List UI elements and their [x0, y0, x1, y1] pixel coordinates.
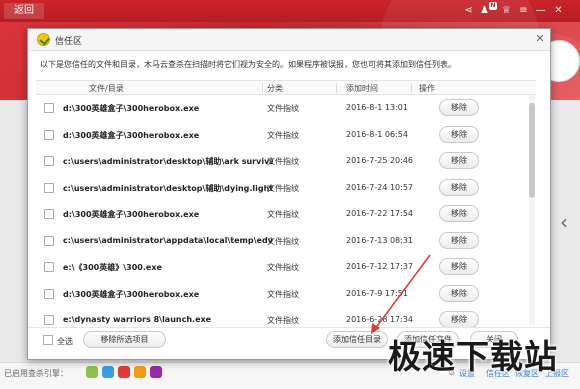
- row-checkbox[interactable]: [44, 288, 54, 299]
- row-checkbox[interactable]: [44, 209, 54, 219]
- row-checkbox[interactable]: [44, 182, 54, 193]
- row-path: c:\users\administrator\appdata\local\tem…: [63, 235, 273, 245]
- minimize-icon[interactable]: —: [534, 4, 547, 17]
- row-remove-button[interactable]: 移除: [439, 152, 479, 169]
- table-row[interactable]: d:\300英雄盒子\300herobox.exe 文件指纹 2016-7-9 17…: [36, 281, 526, 307]
- row-checkbox[interactable]: [44, 315, 54, 325]
- row-checkbox[interactable]: [44, 129, 54, 140]
- table-row[interactable]: c:\users\administrator\desktop\辅助\dying.…: [36, 175, 526, 201]
- row-time: 2016-8-1 13:01: [346, 103, 408, 112]
- shield-check-logo-icon: [37, 33, 50, 46]
- row-checkbox[interactable]: [44, 156, 54, 166]
- share-icon[interactable]: ⋖: [462, 4, 475, 17]
- table-row[interactable]: c:\users\administrator\appdata\local\tem…: [36, 228, 526, 254]
- row-remove-button[interactable]: 移除: [439, 231, 479, 249]
- row-category: 文件指纹: [267, 263, 299, 272]
- row-remove-button[interactable]: 移除: [439, 284, 479, 302]
- engine-4-icon[interactable]: [134, 366, 146, 378]
- row-remove-button[interactable]: 移除: [439, 258, 479, 275]
- row-checkbox[interactable]: [44, 262, 54, 272]
- row-category: 文件指纹: [267, 183, 299, 193]
- row-category: 文件指纹: [267, 236, 299, 246]
- table-row[interactable]: d:\300英雄盒子\300herobox.exe 文件指纹 2016-8-1 06…: [36, 122, 526, 148]
- table-header: 文件/目录 分类 添加时间 操作: [36, 80, 536, 95]
- table-row[interactable]: d:\300英雄盒子\300herobox.exe 文件指纹 2016-8-1 13…: [36, 95, 526, 121]
- row-time: 2016-6-28 17:34: [346, 315, 413, 324]
- back-button[interactable]: 返回: [4, 3, 44, 19]
- row-path: d:\300英雄盒子\300herobox.exe: [63, 210, 200, 219]
- row-time: 2016-7-12 17:37: [346, 262, 413, 271]
- row-category: 文件指纹: [267, 104, 299, 113]
- column-header-path[interactable]: 文件/目录: [89, 83, 124, 94]
- row-path: d:\300英雄盒子\300herobox.exe: [63, 130, 200, 140]
- column-header-action: 操作: [419, 84, 435, 93]
- row-remove-button[interactable]: 移除: [439, 99, 479, 116]
- select-all-checkbox[interactable]: [43, 335, 53, 345]
- row-category: 文件指纹: [267, 316, 299, 325]
- engine-2-icon[interactable]: [102, 366, 114, 378]
- row-path: d:\300英雄盒子\300herobox.exe: [63, 104, 200, 113]
- scrollbar-thumb[interactable]: [529, 103, 535, 198]
- row-remove-button[interactable]: 移除: [439, 205, 479, 222]
- engine-1-icon[interactable]: [86, 366, 98, 378]
- column-header-time[interactable]: 添加时间: [346, 83, 378, 94]
- dialog-title-bar: 信任区 ✕: [28, 29, 550, 51]
- row-path: e:\《300英雄》\300.exe: [63, 263, 162, 272]
- row-category: 文件指纹: [267, 157, 299, 166]
- table-row[interactable]: e:\《300英雄》\300.exe 文件指纹 2016-7-12 17:37 移除: [36, 254, 526, 280]
- table-row[interactable]: d:\300英雄盒子\300herobox.exe 文件指纹 2016-7-22 1…: [36, 201, 526, 227]
- row-time: 2016-7-24 10:57: [346, 182, 413, 192]
- menu-icon[interactable]: ≡: [517, 4, 530, 17]
- row-time: 2016-7-13 08:31: [346, 235, 413, 245]
- row-category: 文件指纹: [267, 210, 299, 219]
- shirt-skin-icon[interactable]: ♕: [500, 4, 513, 17]
- engine-label: 已启用查杀引擎：: [4, 369, 68, 378]
- dialog-title: 信任区: [55, 37, 83, 47]
- row-category: 文件指纹: [267, 289, 299, 299]
- row-remove-button[interactable]: 移除: [439, 125, 479, 143]
- row-time: 2016-7-22 17:54: [346, 209, 413, 218]
- row-time: 2016-7-25 20:46: [346, 156, 413, 165]
- dialog-description: 以下是您信任的文件和目录，木马云查杀在扫描时将它们视为安全的。如果程序被误报，您…: [40, 60, 456, 69]
- row-time: 2016-8-1 06:54: [346, 129, 408, 139]
- dialog-close-icon[interactable]: ✕: [533, 32, 547, 46]
- engine-5-icon[interactable]: [150, 366, 162, 378]
- row-category: 文件指纹: [267, 130, 299, 140]
- row-time: 2016-7-9 17:51: [346, 288, 408, 298]
- row-remove-button[interactable]: 移除: [439, 311, 479, 328]
- row-path: d:\300英雄盒子\300herobox.exe: [63, 289, 200, 299]
- row-remove-button[interactable]: 移除: [439, 178, 479, 196]
- engine-3-icon[interactable]: [118, 366, 130, 378]
- window-close-icon[interactable]: ✕: [552, 4, 565, 17]
- row-path: c:\users\administrator\desktop\辅助\ark su…: [63, 157, 273, 166]
- select-all-label: 全选: [57, 337, 73, 346]
- column-header-category[interactable]: 分类: [267, 83, 283, 94]
- trust-zone-dialog: 信任区 ✕ 以下是您信任的文件和目录，木马云查杀在扫描时将它们视为安全的。如果程…: [27, 28, 551, 360]
- row-checkbox[interactable]: [44, 235, 54, 246]
- table-row[interactable]: c:\users\administrator\desktop\辅助\ark su…: [36, 148, 526, 174]
- chevron-right-icon[interactable]: ‹: [560, 210, 568, 234]
- add-trust-dir-button[interactable]: 添加信任目录: [326, 331, 388, 348]
- row-path: e:\dynasty warriors 8\launch.exe: [63, 315, 212, 324]
- row-checkbox[interactable]: [44, 103, 54, 113]
- list-scrollbar[interactable]: [529, 95, 535, 325]
- watermark-logo: 极速下载站: [388, 337, 558, 376]
- new-badge-icon: N: [489, 2, 497, 10]
- row-path: c:\users\administrator\desktop\辅助\dying.…: [63, 183, 273, 193]
- remove-selected-button[interactable]: 移除所选项目: [83, 331, 166, 348]
